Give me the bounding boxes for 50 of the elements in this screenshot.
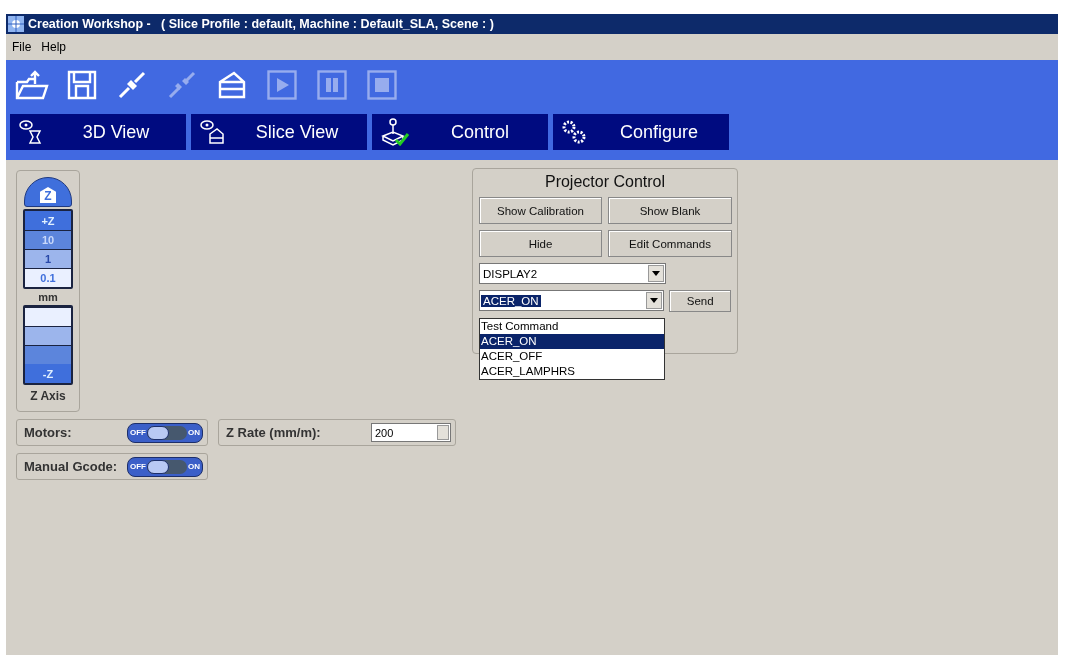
joystick-icon [380,118,410,146]
step-button[interactable]: 1 [25,249,71,268]
step-button[interactable] [25,326,71,345]
eye-icon [199,119,225,145]
save-icon [67,70,97,100]
command-dropdown[interactable]: ACER_ON [479,290,665,311]
app-icon [8,16,24,32]
z-rate-label: Z Rate (mm/m): [226,425,321,440]
tab[interactable]: Configure [553,114,729,150]
eye-icon [18,119,44,145]
toggle-switch[interactable]: OFF ON [127,456,203,477]
gears-icon [561,119,587,145]
motors-label: Motors: [24,425,72,440]
menu-item[interactable]: Help [41,40,67,54]
plug-icon [117,70,147,100]
panel-title: Projector Control [543,173,666,191]
play-icon [267,70,297,100]
window-title: Creation Workshop - ( Slice Profile : default, Machine : Default_SLA, Scene : ) [28,17,494,31]
stop-icon [367,70,397,100]
home-button[interactable]: Z [24,177,72,207]
on-text: ON [188,462,200,471]
dropdown-option[interactable]: ACER_ON [480,334,664,349]
tab[interactable]: Control [372,114,548,150]
command-button[interactable]: Edit Commands [608,230,732,257]
dropdown-caret-icon [652,271,660,276]
tab[interactable]: Slice View [191,114,367,150]
send-button[interactable]: Send [669,290,731,312]
off-text: OFF [130,462,146,471]
tab[interactable]: 3D View [10,114,186,150]
z-up-button[interactable]: +Z [25,211,71,230]
z-rate-field[interactable]: 200 [371,423,451,442]
dropdown-caret-icon [650,298,659,303]
unit-label: mm [38,291,58,303]
z-axis-label: Z Axis [30,389,66,403]
display-dropdown[interactable]: DISPLAY2 [479,263,666,284]
plug-icon [167,70,197,100]
menu-item[interactable]: File [12,40,32,54]
command-button[interactable]: Hide [479,230,602,257]
on-text: ON [188,428,200,437]
manual-gcode-label: Manual Gcode: [24,459,118,474]
toggle-switch[interactable]: OFF ON [127,422,203,443]
pause-icon [317,70,347,100]
slice-icon [217,70,247,100]
command-button[interactable]: Show Blank [608,197,732,224]
z-down-button[interactable]: -Z [25,364,71,383]
off-text: OFF [130,428,146,437]
command-button[interactable]: Show Calibration [479,197,602,224]
open-folder-icon [15,70,49,100]
step-button[interactable]: 0.1 [25,268,71,287]
step-button[interactable] [25,307,71,326]
